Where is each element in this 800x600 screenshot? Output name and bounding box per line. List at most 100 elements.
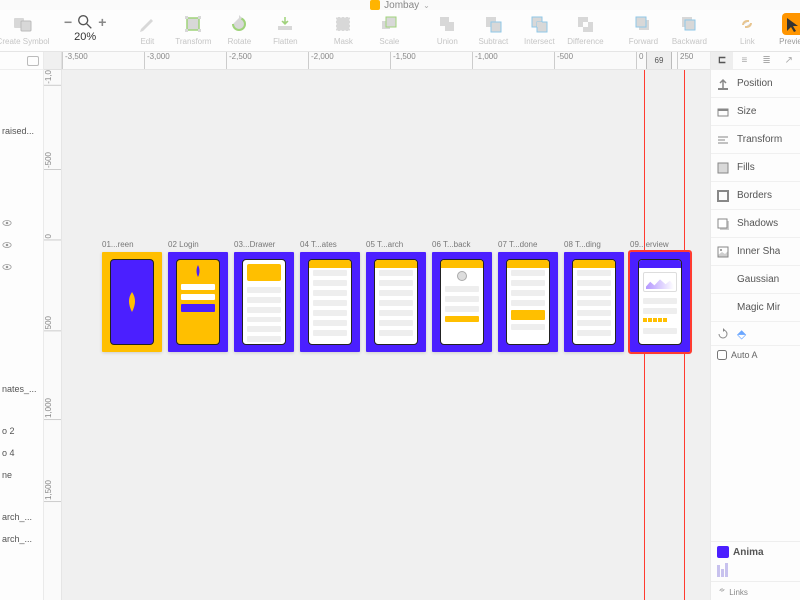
flatten-button[interactable]: Flatten — [268, 13, 302, 46]
layer-item[interactable]: raised... — [0, 120, 43, 142]
rotate-button[interactable]: Rotate — [222, 13, 256, 46]
create-symbol-icon — [12, 13, 34, 35]
inspector-borders[interactable]: Borders — [711, 182, 800, 210]
artboard[interactable]: 06 T...back — [432, 240, 492, 352]
tab-design[interactable]: ⊏ — [711, 52, 733, 69]
artboard-name[interactable]: 07 T...done — [498, 240, 558, 249]
artboard-name[interactable]: 06 T...back — [432, 240, 492, 249]
link-icon — [736, 13, 758, 35]
perspective-icon[interactable]: ⬘ — [737, 327, 746, 341]
transform-button[interactable]: Transform — [176, 13, 210, 46]
ruler-tick: 250 — [677, 52, 693, 70]
zoom-in-button[interactable]: + — [98, 14, 106, 30]
edit-button[interactable]: Edit — [130, 13, 164, 46]
layer-item[interactable]: ne — [0, 464, 43, 486]
mini-chart-icon — [643, 272, 677, 292]
inspector-magic-mirror[interactable]: Magic Mir — [711, 294, 800, 322]
panel-toggle-icon[interactable] — [27, 56, 39, 66]
phone-mock — [638, 259, 682, 345]
create-symbol-button[interactable]: Create Symbol — [6, 13, 40, 46]
anima-plugin-row[interactable]: Anima — [711, 541, 800, 562]
artboard-name[interactable]: 03...Drawer — [234, 240, 294, 249]
phone-mock — [572, 259, 616, 345]
artboard[interactable]: 01...reen — [102, 240, 162, 352]
ruler-tick: 500 — [44, 316, 62, 331]
inspector-tabs: ⊏ ≡ ≣ ↗ — [711, 52, 800, 70]
artboard-name[interactable]: 04 T...ates — [300, 240, 360, 249]
layers-header — [0, 52, 43, 70]
intersect-icon — [528, 13, 550, 35]
image-icon — [715, 244, 731, 260]
inspector-gaussian-blur[interactable]: Gaussian — [711, 266, 800, 294]
inspector-fills[interactable]: Fills — [711, 154, 800, 182]
link-button[interactable]: Link — [730, 13, 764, 46]
mask-button[interactable]: Mask — [326, 13, 360, 46]
export-icon — [715, 76, 731, 92]
auto-checkbox[interactable]: Auto A — [711, 346, 800, 364]
layer-item[interactable] — [0, 212, 43, 234]
artboard-name[interactable]: 09...erview — [630, 240, 690, 249]
vertical-ruler[interactable]: -1,0 -500 0 500 1,000 1,500 — [44, 70, 62, 600]
inspector-transform[interactable]: Transform — [711, 126, 800, 154]
artboard[interactable]: 04 T...ates — [300, 240, 360, 352]
artboard-name[interactable]: 05 T...arch — [366, 240, 426, 249]
artboard[interactable]: 07 T...done — [498, 240, 558, 352]
preview-button[interactable]: Preview — [776, 13, 800, 46]
artboard[interactable]: 08 T...ding — [564, 240, 624, 352]
ruler-tick: -500 — [554, 52, 573, 70]
intersect-button[interactable]: Intersect — [522, 13, 556, 46]
bring-forward-icon — [632, 13, 654, 35]
inspector-position[interactable]: Position — [711, 70, 800, 98]
layer-item[interactable]: nates_... — [0, 378, 43, 400]
ruler-tick: -3,000 — [144, 52, 170, 70]
ruler-origin[interactable] — [44, 52, 62, 70]
checkbox-input[interactable] — [717, 350, 727, 360]
artboard[interactable]: 02 Login — [168, 240, 228, 352]
layer-item[interactable] — [0, 256, 43, 278]
artboard-name[interactable]: 08 T...ding — [564, 240, 624, 249]
artboard-name[interactable]: 02 Login — [168, 240, 228, 249]
artboard[interactable]: 03...Drawer — [234, 240, 294, 352]
phone-mock — [242, 259, 286, 345]
links-label: Links — [711, 582, 800, 600]
inspector-inner-shadows[interactable]: Inner Sha — [711, 238, 800, 266]
tab-prototype[interactable]: ↗ — [778, 52, 800, 69]
inspector-panel: ⊏ ≡ ≣ ↗ Position Size Transform Fills Bo… — [710, 52, 800, 600]
document-name: Jombay — [384, 0, 419, 11]
ruler-tick: -3,500 — [62, 52, 88, 70]
backward-button[interactable]: Backward — [672, 13, 706, 46]
forward-button[interactable]: Forward — [626, 13, 660, 46]
artboard[interactable]: 05 T...arch — [366, 240, 426, 352]
visibility-icon[interactable] — [2, 218, 12, 228]
zoom-out-button[interactable]: − — [64, 14, 72, 30]
visibility-icon[interactable] — [2, 262, 12, 272]
inspector-shadows[interactable]: Shadows — [711, 210, 800, 238]
horizontal-ruler[interactable]: -3,500 -3,000 -2,500 -2,000 -1,500 -1,00… — [62, 52, 710, 70]
ruler-tick: -1,000 — [472, 52, 498, 70]
refresh-icon[interactable] — [717, 328, 729, 340]
send-backward-icon — [678, 13, 700, 35]
phone-mock — [440, 259, 484, 345]
difference-button[interactable]: Difference — [568, 13, 602, 46]
layer-item[interactable]: arch_... — [0, 528, 43, 550]
ruler-tick: -2,500 — [226, 52, 252, 70]
tab-align-left[interactable]: ≡ — [733, 52, 755, 69]
canvas[interactable]: 01...reen 02 Login 03...Drawer 0 — [62, 70, 710, 600]
size-icon — [715, 104, 731, 120]
document-title[interactable]: Jombay ⌄ — [370, 0, 430, 11]
tab-align-center[interactable]: ≣ — [756, 52, 778, 69]
layer-item[interactable]: arch_... — [0, 506, 43, 528]
artboard[interactable]: 09...erview — [630, 240, 690, 352]
phone-mock — [374, 259, 418, 345]
layer-item[interactable] — [0, 234, 43, 256]
layer-item[interactable]: o 2 — [0, 420, 43, 442]
subtract-button[interactable]: Subtract — [476, 13, 510, 46]
union-button[interactable]: Union — [430, 13, 464, 46]
layer-item[interactable]: o 4 — [0, 442, 43, 464]
phone-mock — [176, 259, 220, 345]
visibility-icon[interactable] — [2, 240, 12, 250]
inspector-size[interactable]: Size — [711, 98, 800, 126]
scale-button[interactable]: Scale — [372, 13, 406, 46]
artboard-name[interactable]: 01...reen — [102, 240, 162, 249]
zoom-control[interactable]: − + 20% — [64, 13, 106, 43]
